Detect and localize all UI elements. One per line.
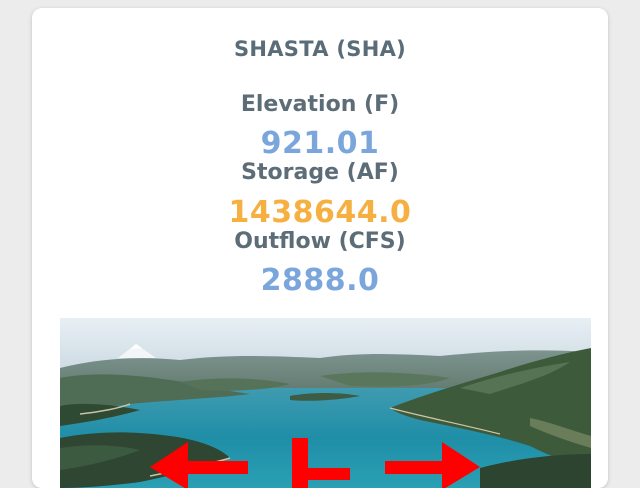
- storage-value: 1438644.0: [228, 195, 412, 230]
- reservoir-card: SHASTA (SHA) Elevation (F) 921.01 Storag…: [32, 8, 608, 488]
- lake-photo-graphic: [60, 318, 591, 488]
- elevation-value: 921.01: [260, 126, 380, 161]
- elevation-label: Elevation (F): [240, 92, 400, 117]
- outflow-value: 2888.0: [260, 263, 380, 298]
- outflow-label: Outflow (CFS): [234, 229, 406, 254]
- lake-reservoir-photo: [60, 318, 591, 488]
- storage-label: Storage (AF): [241, 160, 399, 185]
- station-title: SHASTA (SHA): [233, 37, 407, 61]
